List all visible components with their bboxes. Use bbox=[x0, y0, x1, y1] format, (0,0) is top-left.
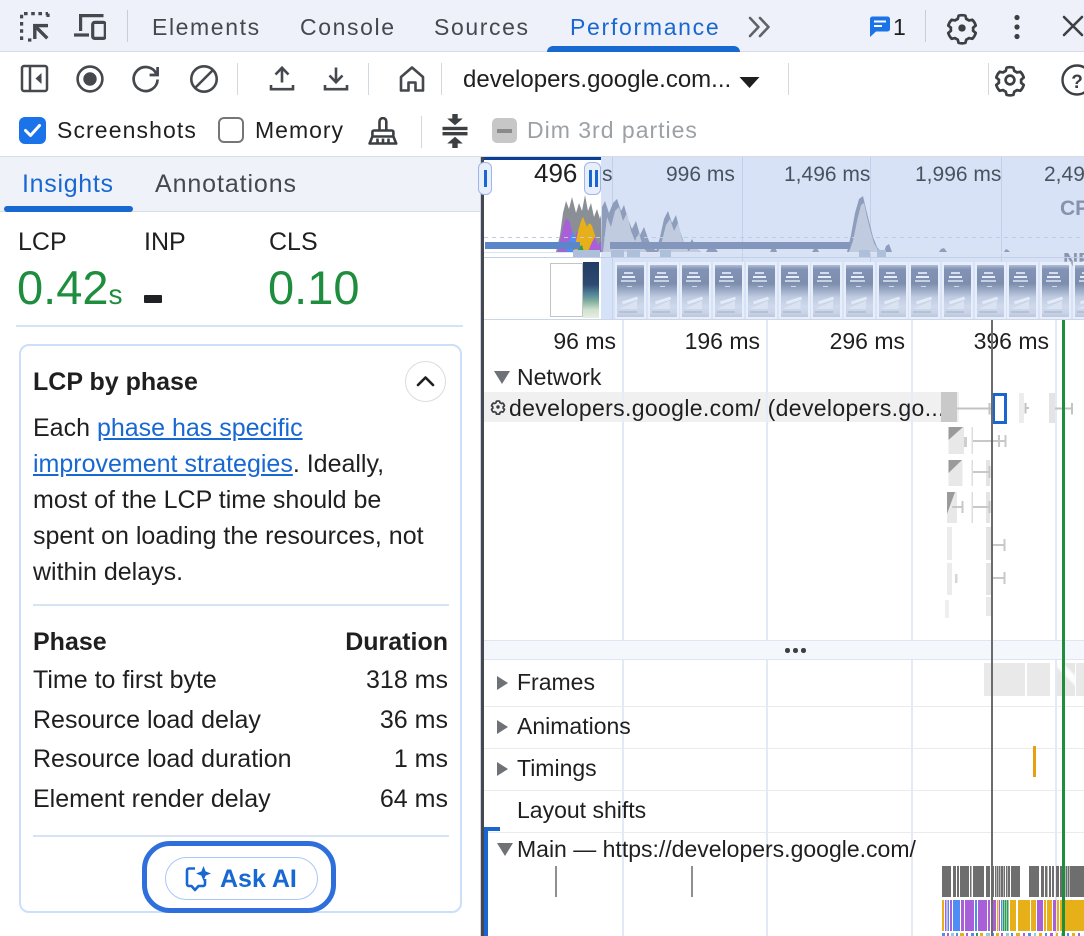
svg-text:?: ? bbox=[1071, 72, 1083, 93]
